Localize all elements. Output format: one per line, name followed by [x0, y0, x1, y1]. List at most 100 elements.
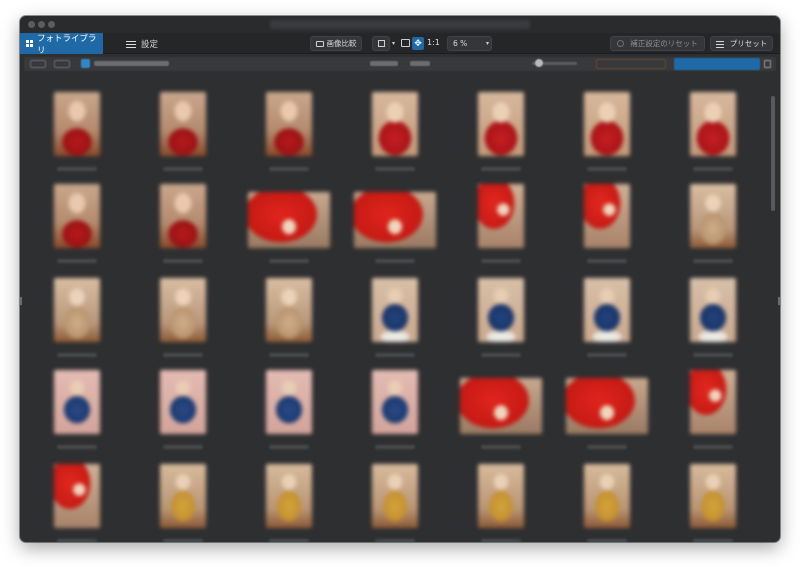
share-icon[interactable]	[764, 60, 771, 68]
photo-thumbnail[interactable]	[54, 278, 100, 342]
tab-settings[interactable]: 設定	[126, 33, 176, 54]
photo-thumbnail[interactable]	[372, 278, 418, 342]
crop-icon[interactable]	[401, 39, 410, 47]
photo-thumbnail[interactable]	[478, 464, 524, 528]
reset-adjustments-label: 補正設定のリセット	[630, 39, 698, 48]
photo-thumbnail[interactable]	[160, 278, 206, 342]
photo-thumbnail[interactable]	[690, 92, 736, 156]
folder-path[interactable]	[94, 61, 169, 66]
photo-filename	[587, 445, 627, 449]
photo-thumbnail[interactable]	[584, 92, 630, 156]
photo-thumbnail[interactable]	[266, 370, 312, 434]
right-panel-toggle[interactable]	[778, 297, 780, 305]
library-toolbar	[24, 57, 776, 71]
vertical-scrollbar[interactable]	[771, 96, 775, 211]
photo-filename	[57, 445, 97, 449]
photo-filename	[481, 539, 521, 542]
sliders-icon	[126, 40, 136, 48]
photo-filename	[57, 167, 97, 171]
view-layout-icon	[377, 40, 385, 47]
export-button[interactable]	[674, 58, 760, 70]
photo-filename	[693, 353, 733, 357]
filter-dropdown[interactable]	[54, 60, 70, 68]
photo-thumbnail[interactable]	[478, 184, 524, 248]
title-bar	[20, 16, 780, 33]
photo-thumbnail[interactable]	[160, 92, 206, 156]
compare-button[interactable]: 画像比較	[310, 36, 362, 51]
photo-thumbnail[interactable]	[266, 464, 312, 528]
compare-button-label: 画像比較	[326, 39, 357, 48]
photo-thumbnail[interactable]	[478, 278, 524, 342]
photo-thumbnail[interactable]	[54, 464, 100, 528]
app-window: フォトライブラリ 設定 画像比較 ▾ ✥ 1:1 6 % ▾ 補正設定のリセット…	[20, 16, 780, 542]
photo-thumbnail[interactable]	[372, 92, 418, 156]
photo-thumbnail[interactable]	[584, 278, 630, 342]
zoom-value: 6 %	[453, 39, 468, 48]
photo-thumbnail[interactable]	[354, 192, 436, 248]
photo-thumbnail[interactable]	[160, 184, 206, 248]
photo-thumbnail[interactable]	[460, 378, 542, 434]
photo-filename	[375, 353, 415, 357]
photo-filename	[375, 167, 415, 171]
photo-filename	[269, 539, 309, 542]
photo-thumbnail[interactable]	[690, 184, 736, 248]
photo-thumbnail[interactable]	[54, 184, 100, 248]
photo-thumbnail[interactable]	[54, 92, 100, 156]
view-layout-button[interactable]	[372, 36, 390, 51]
window-title	[270, 20, 530, 29]
photo-thumbnail[interactable]	[372, 370, 418, 434]
photo-filename	[587, 259, 627, 263]
photo-thumbnail[interactable]	[690, 278, 736, 342]
thumbnail-size-slider-handle[interactable]	[535, 59, 543, 67]
photo-count	[410, 61, 430, 66]
photo-thumbnail[interactable]	[584, 464, 630, 528]
zoom-window-button[interactable]	[48, 21, 55, 28]
photo-filename	[269, 353, 309, 357]
photo-thumbnail[interactable]	[478, 92, 524, 156]
photo-thumbnail[interactable]	[690, 464, 736, 528]
photo-thumbnail[interactable]	[160, 464, 206, 528]
sort-dropdown[interactable]	[30, 60, 46, 68]
photo-thumbnail[interactable]	[266, 92, 312, 156]
photo-filename	[693, 539, 733, 542]
collection-button[interactable]	[596, 59, 666, 69]
close-window-button[interactable]	[28, 21, 35, 28]
photo-thumbnail[interactable]	[248, 192, 330, 248]
zoom-dropdown-arrow[interactable]: ▾	[486, 40, 489, 47]
photo-thumbnail[interactable]	[690, 370, 736, 434]
actual-size-button[interactable]: 1:1	[427, 38, 440, 47]
photo-filename	[163, 445, 203, 449]
photo-filename	[269, 259, 309, 263]
move-tool-button[interactable]: ✥	[412, 37, 424, 50]
move-icon: ✥	[414, 38, 422, 49]
folder-icon[interactable]	[81, 59, 90, 68]
preset-button[interactable]: プリセット	[710, 36, 773, 51]
preset-list-icon	[715, 40, 724, 48]
preset-button-label: プリセット	[729, 39, 768, 48]
tab-settings-label: 設定	[141, 39, 159, 50]
photo-thumbnail[interactable]	[54, 370, 100, 434]
photo-filename	[375, 445, 415, 449]
thumbnail-grid	[20, 72, 780, 542]
photo-filename	[269, 445, 309, 449]
minimize-window-button[interactable]	[38, 21, 45, 28]
photo-filename	[693, 445, 733, 449]
photo-filename	[57, 353, 97, 357]
photo-filename	[693, 259, 733, 263]
photo-filename	[481, 167, 521, 171]
photo-filename	[163, 353, 203, 357]
photo-filename	[57, 539, 97, 542]
tab-photo-library-label: フォトライブラリ	[37, 33, 97, 56]
view-layout-dropdown-arrow[interactable]: ▾	[392, 40, 395, 47]
photo-thumbnail[interactable]	[160, 370, 206, 434]
tab-photo-library[interactable]: フォトライブラリ	[20, 33, 103, 56]
photo-thumbnail[interactable]	[372, 464, 418, 528]
photo-thumbnail[interactable]	[266, 278, 312, 342]
selection-info	[370, 61, 398, 66]
photo-thumbnail[interactable]	[566, 378, 648, 434]
reset-adjustments-button[interactable]: 補正設定のリセット	[610, 36, 705, 51]
photo-thumbnail[interactable]	[584, 184, 630, 248]
left-panel-toggle[interactable]	[20, 297, 22, 305]
reset-icon	[617, 40, 625, 47]
compare-icon	[315, 40, 324, 47]
